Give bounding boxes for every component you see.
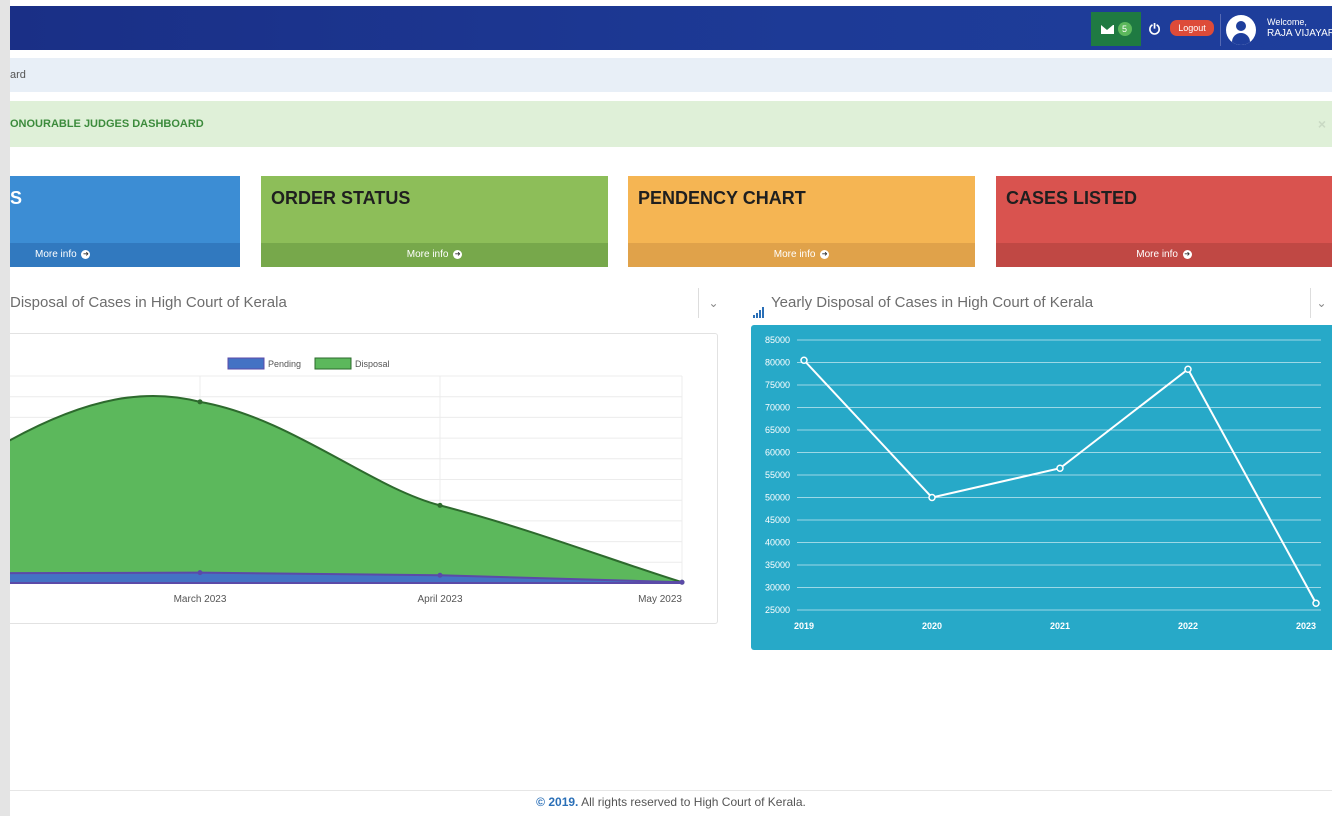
box-title: S xyxy=(10,188,23,208)
x-tick-label: 2022 xyxy=(1178,621,1198,631)
y-tick-label: 45000 xyxy=(765,515,790,525)
pendency-chart-box[interactable]: PENDENCY CHART More info ➜ xyxy=(628,176,975,267)
alert-text: ONOURABLE JUDGES DASHBOARD xyxy=(10,118,204,130)
x-tick-label: 2020 xyxy=(922,621,942,631)
y-tick-label: 55000 xyxy=(765,470,790,480)
right-chart-title: Yearly Disposal of Cases in High Court o… xyxy=(753,288,1323,318)
breadcrumb: ard xyxy=(10,58,1332,92)
user-name: RAJA VIJAYARA xyxy=(1267,28,1332,39)
box-title: CASES LISTED xyxy=(1006,188,1138,208)
y-tick-label: 40000 xyxy=(765,538,790,548)
disposal-series-area xyxy=(0,394,683,584)
arrow-circle-right-icon: ➜ xyxy=(820,249,830,259)
x-tick-label: May 2023 xyxy=(638,594,682,605)
yearly-disposal-line xyxy=(803,359,1317,604)
header-divider xyxy=(1220,14,1221,46)
legend-swatch-pending xyxy=(227,357,265,370)
yearly-chart-panel: 25000 30000 35000 40000 45000 50000 55000 60000… xyxy=(751,325,1332,650)
legend-swatch-disposal xyxy=(314,357,352,370)
welcome-label: Welcome, xyxy=(1267,17,1307,27)
y-tick-label: 30000 xyxy=(765,583,790,593)
data-point xyxy=(928,493,936,502)
chevron-down-icon[interactable]: ⌄ xyxy=(1310,288,1332,318)
x-tick-label: 2019 xyxy=(794,621,814,631)
y-tick-label: 70000 xyxy=(765,403,790,413)
alert-close-icon[interactable]: × xyxy=(1318,101,1326,147)
disposal-point xyxy=(437,502,443,508)
left-chart-title: Disposal of Cases in High Court of Keral… xyxy=(10,294,287,311)
user-welcome[interactable]: Welcome, RAJA VIJAYARA xyxy=(1267,17,1332,39)
data-point xyxy=(1184,365,1192,373)
x-tick-label: 2021 xyxy=(1050,621,1070,631)
arrow-circle-right-icon: ➜ xyxy=(1182,249,1192,259)
status-box[interactable]: S More info ➜ xyxy=(10,176,240,267)
messages-button[interactable]: 5 xyxy=(1091,12,1141,46)
pending-point xyxy=(197,570,203,576)
x-tick-label: 2023 xyxy=(1296,621,1316,631)
breadcrumb-item[interactable]: ard xyxy=(10,69,26,81)
power-icon[interactable]: ⏻ xyxy=(1149,20,1163,38)
envelope-icon xyxy=(1100,24,1114,34)
more-info-link[interactable]: More info ➜ xyxy=(996,243,1332,267)
logout-button[interactable]: Logout xyxy=(1170,20,1214,36)
footer-text: All rights reserved to High Court of Ker… xyxy=(578,795,806,809)
yearly-line-chart: 25000 30000 35000 40000 45000 50000 55000 60000… xyxy=(765,335,1321,631)
y-tick-label: 25000 xyxy=(765,605,790,615)
legend-label-disposal: Disposal xyxy=(355,359,390,369)
y-tick-label: 60000 xyxy=(765,448,790,458)
user-avatar-icon[interactable] xyxy=(1226,15,1256,45)
more-info-link[interactable]: More info ➜ xyxy=(10,243,240,267)
footer-year: © 2019. xyxy=(536,795,579,809)
y-tick-label: 65000 xyxy=(765,425,790,435)
order-status-box[interactable]: ORDER STATUS More info ➜ xyxy=(261,176,608,267)
x-tick-label: April 2023 xyxy=(417,594,462,605)
arrow-circle-right-icon: ➜ xyxy=(453,249,463,259)
y-tick-label: 85000 xyxy=(765,335,790,345)
data-point xyxy=(800,356,808,364)
left-edge xyxy=(0,0,10,816)
y-tick-label: 75000 xyxy=(765,380,790,390)
y-tick-label: 35000 xyxy=(765,560,790,570)
disposal-chart-panel: March 2023 April 2023 May 2023 Pending Dispo… xyxy=(0,333,718,624)
arrow-circle-right-icon: ➜ xyxy=(81,249,91,259)
box-title: ORDER STATUS xyxy=(271,188,411,208)
top-navbar: 5 ⏻ Logout Welcome, RAJA VIJAYARA xyxy=(10,6,1332,50)
box-title: PENDENCY CHART xyxy=(638,188,806,208)
cases-listed-box[interactable]: CASES LISTED More info ➜ xyxy=(996,176,1332,267)
bar-chart-icon xyxy=(753,288,765,318)
data-point xyxy=(1056,464,1064,472)
footer: © 2019. All rights reserved to High Cour… xyxy=(10,790,1332,816)
more-info-link[interactable]: More info ➜ xyxy=(261,243,608,267)
pending-point xyxy=(437,572,443,578)
chevron-down-icon[interactable]: ⌄ xyxy=(698,288,728,318)
pending-point xyxy=(679,579,685,585)
message-count-badge: 5 xyxy=(1117,22,1132,36)
y-tick-label: 50000 xyxy=(765,493,790,503)
data-point xyxy=(1312,599,1320,607)
x-tick-label: March 2023 xyxy=(174,594,227,605)
disposal-area-chart: March 2023 April 2023 May 2023 Pending Dispo… xyxy=(0,357,685,605)
legend-label-pending: Pending xyxy=(268,359,301,369)
disposal-point xyxy=(197,399,203,405)
y-tick-label: 80000 xyxy=(765,358,790,368)
more-info-link[interactable]: More info ➜ xyxy=(628,243,975,267)
dashboard-alert: ONOURABLE JUDGES DASHBOARD × xyxy=(10,101,1332,147)
